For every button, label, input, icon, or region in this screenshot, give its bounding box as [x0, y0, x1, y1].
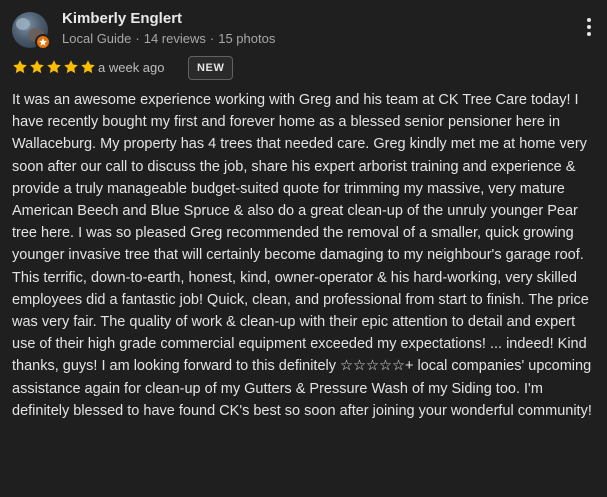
local-guide-badge-icon — [35, 34, 51, 50]
meta-separator: · — [135, 31, 140, 46]
review-count: 14 reviews — [143, 31, 206, 46]
rating-row: a week ago NEW — [12, 56, 412, 80]
review-card: Kimberly Englert Local Guide · 14 reviews ·… — [0, 0, 607, 497]
more-options-button[interactable] — [583, 18, 595, 42]
local-guide-label: Local Guide — [62, 31, 132, 46]
review-date: a week ago — [98, 60, 165, 75]
star-icon — [13, 60, 27, 74]
reviewer-meta: Local Guide · 14 reviews · 15 photos — [62, 31, 275, 46]
review-body: It was an awesome experience working wit… — [12, 92, 592, 419]
new-badge: NEW — [188, 56, 234, 80]
star-icon — [64, 60, 78, 74]
review-header: Kimberly Englert Local Guide · 14 reviews ·… — [12, 10, 595, 50]
photo-count: 15 photos — [218, 31, 276, 46]
meta-separator: · — [209, 31, 215, 46]
star-rating — [12, 59, 97, 77]
more-vert-icon-dot — [587, 25, 591, 29]
star-icon — [81, 60, 95, 74]
star-icon — [47, 60, 61, 74]
reviewer-name[interactable]: Kimberly Englert — [62, 10, 182, 27]
review-text: It was an awesome experience working wit… — [12, 89, 592, 422]
more-vert-icon-dot — [587, 32, 591, 36]
more-vert-icon-dot — [587, 18, 591, 22]
star-icon — [30, 60, 44, 74]
avatar-photo-detail — [16, 18, 30, 30]
